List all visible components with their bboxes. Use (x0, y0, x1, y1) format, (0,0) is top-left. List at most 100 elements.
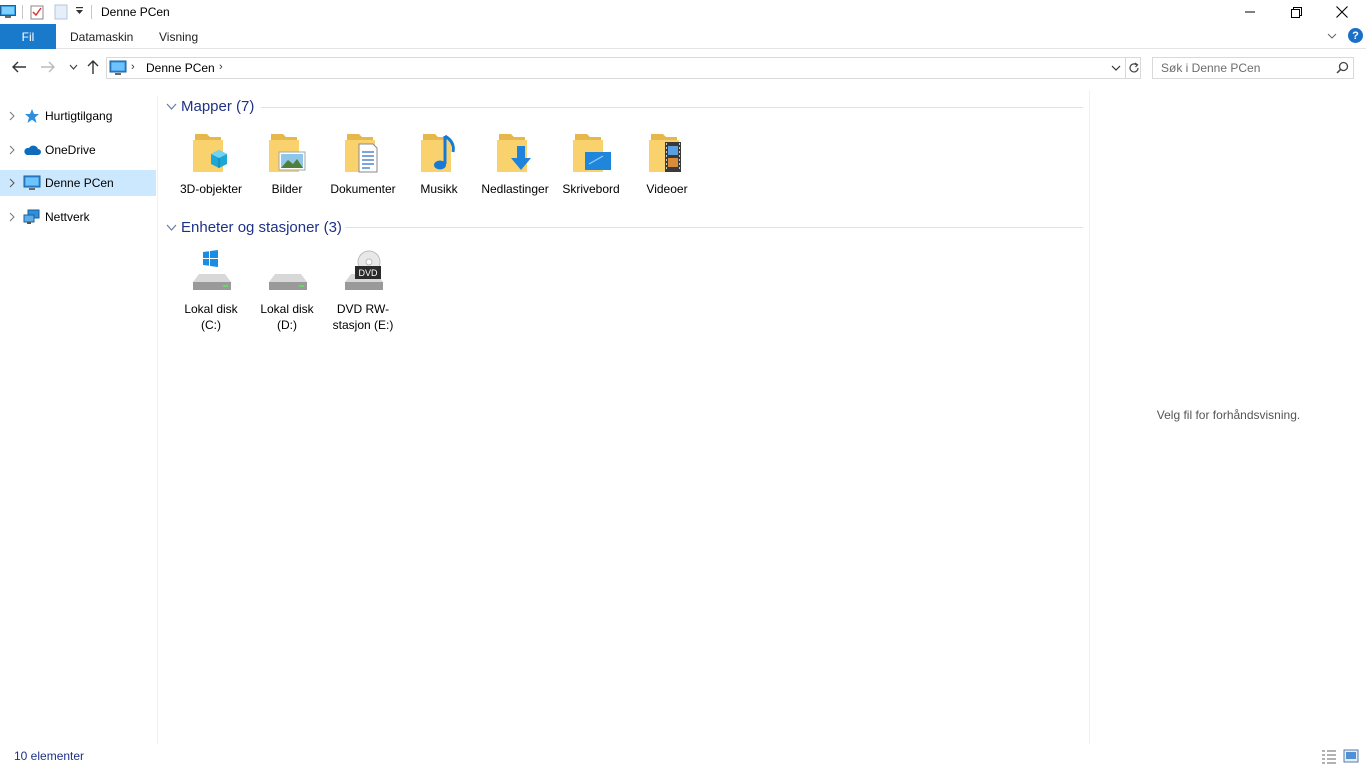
computer-icon (109, 60, 127, 79)
group-header-mapper[interactable]: Mapper (7) (165, 96, 254, 116)
forward-button[interactable] (39, 58, 57, 76)
folder-musikk[interactable]: Musikk (401, 128, 477, 197)
folder-skrivebord[interactable]: Skrivebord (553, 128, 629, 197)
arrow-left-icon (12, 61, 26, 73)
navigation-bar: › Denne PCen › Søk i Denne PCen (0, 50, 1366, 84)
restore-icon (1290, 6, 1302, 18)
address-dropdown-button[interactable] (1109, 60, 1123, 76)
ribbon: Fil Datamaskin Visning ? (0, 24, 1366, 49)
chevron-down-icon (1111, 65, 1121, 71)
refresh-icon (1128, 62, 1139, 73)
content-area: Mapper (7) 3D-objekter Bilder Dokumenter… (159, 90, 1089, 744)
large-icons-view-icon (1343, 749, 1359, 763)
arrow-up-icon (87, 60, 99, 74)
close-icon (1336, 6, 1348, 18)
tab-datamaskin[interactable]: Datamaskin (70, 24, 133, 49)
up-button[interactable] (84, 58, 102, 76)
downloads-folder-icon (491, 128, 539, 176)
chevron-right-icon[interactable] (7, 211, 17, 223)
hard-drive-icon (263, 248, 311, 296)
chevron-down-icon (69, 64, 77, 70)
windows-drive-icon (187, 248, 235, 296)
documents-folder-icon (339, 128, 387, 176)
quick-access-toolbar (0, 2, 98, 22)
chevron-down-icon[interactable] (165, 100, 177, 112)
details-view-button[interactable] (1321, 748, 1337, 764)
folder-videoer[interactable]: Videoer (629, 128, 705, 197)
customize-toolbar-dropdown-icon[interactable] (75, 7, 84, 17)
recent-locations-button[interactable] (64, 58, 82, 76)
preview-message: Velg fil for forhåndsvisning. (1156, 408, 1301, 422)
group-title: Mapper (7) (181, 97, 255, 115)
folder-3d-objekter[interactable]: 3D-objekter (173, 128, 249, 197)
sidebar-item-onedrive[interactable]: OneDrive (0, 137, 156, 163)
search-placeholder: Søk i Denne PCen (1161, 61, 1261, 75)
expand-ribbon-button[interactable] (1325, 29, 1339, 43)
group-divider (261, 107, 1083, 108)
chevron-right-icon[interactable] (7, 144, 17, 156)
title-bar: Denne PCen (0, 0, 1366, 24)
properties-icon[interactable] (29, 4, 45, 20)
desktop-folder-icon (567, 128, 615, 176)
help-button[interactable]: ? (1348, 28, 1363, 43)
group-header-enheter[interactable]: Enheter og stasjoner (3) (165, 217, 342, 237)
videos-folder-icon (643, 128, 691, 176)
search-icon[interactable] (1336, 61, 1349, 77)
arrow-right-icon (41, 61, 55, 73)
back-button[interactable] (10, 58, 28, 76)
status-bar: 10 elementer (0, 744, 1366, 768)
sidebar-item-denne-pcen[interactable]: Denne PCen (0, 170, 156, 196)
toolbar-divider (22, 5, 23, 19)
folder-dokumenter[interactable]: Dokumenter (325, 128, 401, 197)
folder-bilder[interactable]: Bilder (249, 128, 325, 197)
3d-objects-folder-icon (187, 128, 235, 176)
chevron-right-icon[interactable] (7, 110, 17, 122)
chevron-down-icon (1327, 33, 1337, 39)
breadcrumb-separator[interactable]: › (219, 61, 223, 73)
computer-icon[interactable] (0, 4, 16, 20)
new-folder-icon[interactable] (53, 4, 69, 20)
folder-label: Videoer (646, 182, 688, 196)
chevron-right-icon[interactable] (7, 177, 17, 189)
window-title: Denne PCen (101, 5, 170, 19)
dvd-drive-icon: DVD (339, 248, 387, 296)
drive-c[interactable]: Lokal disk (C:) (173, 248, 249, 333)
sidebar-item-nettverk[interactable]: Nettverk (0, 204, 156, 230)
folder-nedlastinger[interactable]: Nedlastinger (477, 128, 553, 197)
details-view-icon (1322, 750, 1336, 764)
drive-label: Lokal disk (D:) (260, 302, 314, 332)
toolbar-divider (91, 5, 92, 19)
cloud-icon (23, 141, 41, 159)
tab-visning[interactable]: Visning (159, 24, 198, 49)
minimize-icon (1245, 11, 1255, 13)
close-button[interactable] (1319, 0, 1365, 24)
network-icon (23, 208, 41, 226)
drive-d[interactable]: Lokal disk (D:) (249, 248, 325, 333)
restore-button[interactable] (1273, 0, 1319, 24)
folder-label: Nedlastinger (481, 182, 549, 196)
sidebar-item-label: Nettverk (45, 210, 90, 224)
sidebar-item-hurtigtilgang[interactable]: Hurtigtilgang (0, 103, 156, 129)
search-input[interactable]: Søk i Denne PCen (1152, 57, 1354, 79)
tab-fil[interactable]: Fil (0, 24, 56, 49)
group-title: Enheter og stasjoner (3) (181, 218, 342, 236)
computer-icon (23, 174, 41, 192)
address-bar[interactable]: › Denne PCen › (106, 57, 1141, 79)
breadcrumb-separator[interactable]: › (131, 61, 135, 73)
navigation-pane: Hurtigtilgang OneDrive Denne PCen Nettve… (0, 96, 158, 744)
refresh-button[interactable] (1125, 58, 1141, 78)
sidebar-item-label: OneDrive (45, 143, 96, 157)
minimize-button[interactable] (1227, 0, 1273, 24)
breadcrumb-item[interactable]: Denne PCen (146, 61, 215, 75)
drive-label: DVD RW-stasjon (E:) (332, 302, 394, 332)
dvd-badge-text: DVD (358, 268, 378, 278)
folder-label: Musikk (420, 182, 458, 196)
folder-label: Bilder (271, 182, 303, 196)
group-divider (345, 227, 1083, 228)
large-icons-view-button[interactable] (1343, 748, 1359, 764)
drive-e[interactable]: DVD DVD RW-stasjon (E:) (325, 248, 401, 333)
pictures-folder-icon (263, 128, 311, 176)
chevron-down-icon[interactable] (165, 221, 177, 233)
preview-pane: Velg fil for forhåndsvisning. (1089, 90, 1366, 744)
music-folder-icon (415, 128, 463, 176)
